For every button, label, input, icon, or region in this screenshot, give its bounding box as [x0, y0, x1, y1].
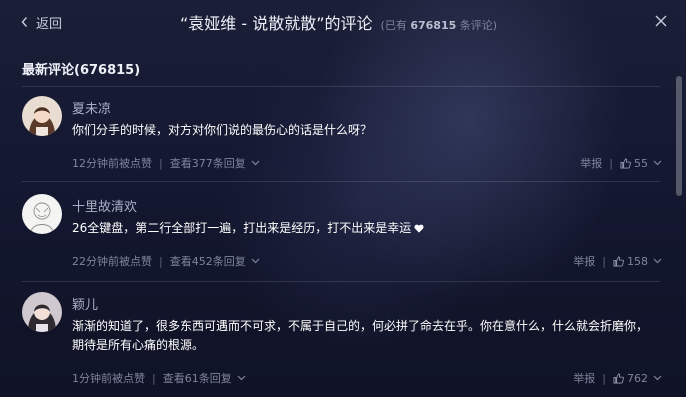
meta-separator: | — [159, 156, 163, 170]
comment-text: 26全键盘，第二行全部打一遍，打出来是经历，打不出来是幸运 — [72, 219, 652, 238]
chevron-down-icon[interactable] — [653, 258, 662, 264]
comment-text: 你们分手的时候，对方对你们说的最伤心的话是什么呀？ — [72, 123, 373, 137]
comments-window: 返回 “袁娅维 - 说散就散”的评论 (已有 676815 条评论) 最新评论(… — [0, 0, 686, 397]
page-title: “袁娅维 - 说散就散”的评论 — [180, 14, 373, 33]
comment-time: 1分钟前被点赞 — [72, 372, 145, 385]
avatar[interactable] — [22, 96, 62, 136]
comment-text: 渐渐的知道了，很多东西可遇而不可求，不属于自己的，何必拼了命去在乎。你在意什么，… — [72, 319, 649, 352]
comment-time: 22分钟前被点赞 — [72, 255, 152, 268]
like-count: 762 — [627, 371, 648, 385]
action-separator: | — [602, 371, 606, 385]
chevron-down-icon[interactable] — [251, 160, 260, 166]
thumbs-up-icon[interactable] — [620, 158, 631, 169]
avatar[interactable] — [22, 292, 62, 332]
like-count: 158 — [627, 254, 648, 268]
thumbs-up-icon[interactable] — [613, 256, 624, 267]
comment-actions: 举报 | 158 — [573, 253, 662, 269]
view-replies-link[interactable]: 查看377条回复 — [170, 155, 246, 171]
comment-text-content: 26全键盘，第二行全部打一遍，打出来是经历，打不出来是幸运 — [72, 221, 412, 235]
comment-username[interactable]: 十里故清欢 — [72, 196, 137, 215]
view-replies-link[interactable]: 查看61条回复 — [163, 370, 232, 386]
close-icon[interactable] — [654, 14, 668, 28]
view-replies-link[interactable]: 查看452条回复 — [170, 253, 246, 269]
meta-separator: | — [159, 254, 163, 268]
title-group: “袁娅维 - 说散就散”的评论 (已有 676815 条评论) — [180, 10, 497, 34]
meta-separator: | — [152, 371, 156, 385]
comment-total-prefix: (已有 — [380, 19, 411, 32]
avatar-image — [22, 194, 62, 234]
report-button[interactable]: 举报 — [580, 155, 602, 171]
chevron-down-icon[interactable] — [653, 375, 662, 381]
section-divider — [22, 86, 660, 87]
comment-time: 12分钟前被点赞 — [72, 157, 152, 170]
top-bar: 返回 “袁娅维 - 说散就散”的评论 (已有 676815 条评论) — [0, 0, 686, 44]
chevron-down-icon[interactable] — [237, 375, 246, 381]
chevron-down-icon[interactable] — [653, 160, 662, 166]
chevron-left-icon — [21, 17, 28, 27]
comment-total-suffix: 条评论) — [456, 19, 498, 32]
comment-divider — [22, 281, 660, 282]
report-button[interactable]: 举报 — [573, 253, 595, 269]
comment-total: (已有 676815 条评论) — [381, 17, 498, 33]
back-label: 返回 — [36, 16, 63, 32]
section-title: 最新评论(676815) — [22, 63, 141, 78]
comment-meta: 1分钟前被点赞 | 查看61条回复 — [72, 370, 246, 386]
comment-divider — [22, 181, 660, 182]
heart-icon — [414, 224, 424, 233]
avatar-image — [22, 96, 62, 136]
like-count: 55 — [634, 156, 648, 170]
scrollbar[interactable] — [676, 48, 682, 397]
back-button[interactable]: 返回 — [20, 12, 62, 32]
comment-meta: 22分钟前被点赞 | 查看452条回复 — [72, 253, 260, 269]
comment-total-value: 676815 — [410, 19, 457, 32]
thumbs-up-icon[interactable] — [613, 373, 624, 384]
avatar-image — [22, 292, 62, 332]
action-separator: | — [609, 156, 613, 170]
avatar[interactable] — [22, 194, 62, 234]
report-button[interactable]: 举报 — [573, 370, 595, 386]
comment-actions: 举报 | 55 — [580, 155, 662, 171]
comment-username[interactable]: 颖儿 — [72, 294, 98, 313]
comment-username[interactable]: 夏未凉 — [72, 98, 111, 117]
chevron-down-icon[interactable] — [251, 258, 260, 264]
action-separator: | — [602, 254, 606, 268]
scrollbar-thumb[interactable] — [676, 76, 682, 196]
comment-meta: 12分钟前被点赞 | 查看377条回复 — [72, 155, 260, 171]
comment-actions: 举报 | 762 — [573, 370, 662, 386]
